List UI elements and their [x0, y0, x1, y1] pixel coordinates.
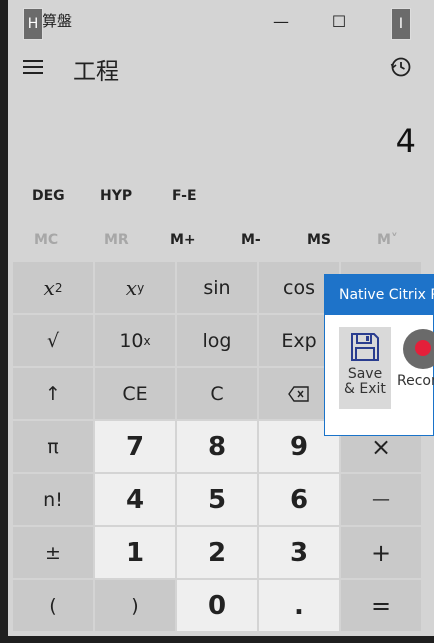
- maximize-button[interactable]: ☐: [324, 8, 354, 34]
- angle-mode-row: DEG HYP F-E: [8, 184, 434, 212]
- deg-button[interactable]: DEG: [32, 188, 65, 204]
- save-label-line2: & Exit: [344, 381, 386, 397]
- subtract-button[interactable]: —: [341, 474, 421, 525]
- ten-power-button[interactable]: 10 x: [95, 315, 175, 366]
- result-display: 4: [395, 122, 416, 160]
- clear-entry-button[interactable]: CE: [95, 368, 175, 419]
- hyp-button[interactable]: HYP: [100, 188, 132, 204]
- history-icon: [390, 57, 411, 77]
- equals-button[interactable]: =: [341, 580, 421, 631]
- record-dot-icon: [415, 340, 431, 356]
- negate-button[interactable]: ±: [13, 527, 93, 578]
- square-exponent: 2: [54, 280, 63, 295]
- power-exponent: y: [137, 280, 145, 295]
- digit-3-button[interactable]: 3: [259, 527, 339, 578]
- digit-6-button[interactable]: 6: [259, 474, 339, 525]
- menu-icon-bar: [23, 66, 43, 68]
- add-button[interactable]: +: [341, 527, 421, 578]
- record-button[interactable]: Recor: [397, 327, 434, 409]
- minimize-button[interactable]: —: [266, 8, 296, 34]
- save-label-line1: Save: [347, 366, 383, 382]
- right-paren-button[interactable]: ): [95, 580, 175, 631]
- left-paren-button[interactable]: (: [13, 580, 93, 631]
- log-button[interactable]: log: [177, 315, 257, 366]
- ten-base: 10: [119, 329, 144, 352]
- square-button[interactable]: x2: [13, 262, 93, 313]
- power-button[interactable]: xy: [95, 262, 175, 313]
- fe-button[interactable]: F-E: [172, 188, 197, 204]
- memory-store-button[interactable]: MS: [307, 232, 331, 248]
- sqrt-button[interactable]: √: [13, 315, 93, 366]
- digit-7-button[interactable]: 7: [95, 421, 175, 472]
- memory-recall-button[interactable]: MR: [104, 232, 129, 248]
- ten-exponent: x: [143, 333, 151, 348]
- clear-button[interactable]: C: [177, 368, 257, 419]
- shift-button[interactable]: ↑: [13, 368, 93, 419]
- menu-icon: [23, 60, 43, 62]
- title-bar[interactable]: 算盤 — ☐ ✕: [8, 0, 434, 42]
- digit-1-button[interactable]: 1: [95, 527, 175, 578]
- pi-button[interactable]: π: [13, 421, 93, 472]
- memory-list-button[interactable]: M˅: [377, 232, 398, 248]
- digit-0-button[interactable]: 0: [177, 580, 257, 631]
- history-button[interactable]: [378, 46, 424, 88]
- x-var: x: [125, 275, 138, 300]
- factorial-button[interactable]: n!: [13, 474, 93, 525]
- popup-title: Native Citrix R: [325, 275, 434, 315]
- digit-8-button[interactable]: 8: [177, 421, 257, 472]
- record-label: Recor: [397, 373, 434, 389]
- citrix-recorder-popup: Native Citrix R Save & Exit Recor: [324, 274, 434, 436]
- memory-row: MC MR M+ M- MS M˅: [8, 226, 434, 256]
- sin-button[interactable]: sin: [177, 262, 257, 313]
- memory-subtract-button[interactable]: M-: [241, 232, 261, 248]
- digit-5-button[interactable]: 5: [177, 474, 257, 525]
- x-var: x: [43, 275, 55, 300]
- page-title: 工程: [73, 59, 119, 85]
- save-exit-button[interactable]: Save & Exit: [339, 327, 391, 409]
- hamburger-menu-button[interactable]: [20, 54, 48, 82]
- window-title: 算盤: [42, 12, 73, 30]
- decimal-button[interactable]: .: [259, 580, 339, 631]
- digit-4-button[interactable]: 4: [95, 474, 175, 525]
- menu-icon-bar: [23, 72, 43, 74]
- digit-2-button[interactable]: 2: [177, 527, 257, 578]
- save-icon: [351, 333, 379, 361]
- memory-add-button[interactable]: M+: [170, 232, 196, 248]
- right-marker-label: I: [391, 8, 411, 40]
- left-marker-label: H: [23, 8, 43, 40]
- backspace-icon: [288, 385, 309, 402]
- memory-clear-button[interactable]: MC: [34, 232, 58, 248]
